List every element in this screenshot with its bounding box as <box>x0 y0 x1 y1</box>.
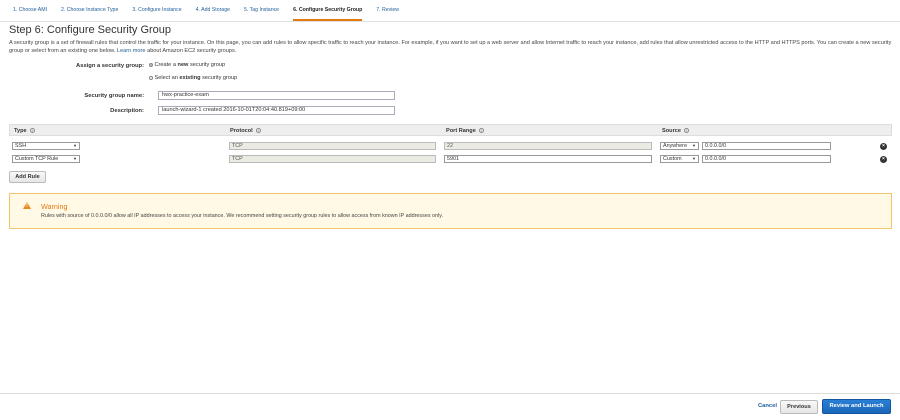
tab-configure-instance[interactable]: 3. Configure Instance <box>132 0 181 21</box>
source-type-value: Custom <box>663 156 682 162</box>
header-protocol-label: Protocol <box>230 128 253 134</box>
tab-choose-ami[interactable]: 1. Choose AMI <box>13 0 47 21</box>
tab-tag-instance[interactable]: 5. Tag Instance <box>244 0 279 21</box>
security-group-name-input[interactable]: hwx-practice-exam <box>158 91 395 100</box>
header-type-label: Type <box>14 128 27 134</box>
source-type-value: Anywhere <box>663 143 687 149</box>
type-select-value: SSH <box>15 143 27 149</box>
warning-text: Rules with source of 0.0.0.0/0 allow all… <box>41 213 443 219</box>
header-port-range-label: Port Range <box>446 128 476 134</box>
learn-more-link[interactable]: Learn more <box>117 48 146 54</box>
page-title: Step 6: Configure Security Group <box>9 24 172 36</box>
page-intro: A security group is a set of firewall ru… <box>9 39 894 56</box>
header-protocol: Protocol i <box>230 125 261 137</box>
radio-create-new-dot[interactable] <box>149 63 153 67</box>
port-range-input[interactable]: 5901 <box>444 155 652 163</box>
cancel-link[interactable]: Cancel <box>758 403 777 409</box>
header-type: Type i <box>14 125 35 137</box>
info-icon[interactable]: i <box>29 128 35 134</box>
remove-rule-icon[interactable]: × <box>880 156 887 163</box>
type-select-value: Custom TCP Rule <box>15 156 59 162</box>
protocol-field: TCP <box>229 142 436 150</box>
source-cidr-input[interactable]: 0.0.0.0/0 <box>702 142 831 150</box>
radio-select-existing-pre: Select an <box>154 75 178 81</box>
info-icon[interactable]: i <box>683 128 689 134</box>
port-range-field: 22 <box>444 142 652 150</box>
add-rule-button[interactable]: Add Rule <box>9 171 46 183</box>
warning-box: ! Warning Rules with source of 0.0.0.0/0… <box>9 193 892 229</box>
remove-rule-icon[interactable]: × <box>880 143 887 150</box>
tab-add-storage[interactable]: 4. Add Storage <box>196 0 230 21</box>
warning-icon-glyph: ! <box>26 203 28 209</box>
assign-group-label: Assign a security group: <box>76 63 144 69</box>
warning-title: Warning <box>41 202 68 211</box>
radio-create-new-bold: new <box>177 62 189 68</box>
tab-choose-instance-type[interactable]: 2. Choose Instance Type <box>61 0 118 21</box>
radio-select-existing[interactable]: Select an existing security group <box>149 75 237 81</box>
header-port-range: Port Range i <box>446 125 484 137</box>
source-type-select[interactable]: Custom ▼ <box>660 155 699 163</box>
review-and-launch-button[interactable]: Review and Launch <box>822 399 891 414</box>
radio-create-new[interactable]: Create a new security group <box>149 62 225 68</box>
radio-select-existing-dot[interactable] <box>149 76 153 80</box>
description-label: Description: <box>110 108 144 114</box>
radio-select-existing-post: security group <box>202 75 238 81</box>
footer: Cancel Previous Review and Launch <box>0 393 900 420</box>
rules-table-header: Type i Protocol i Port Range i Source i <box>9 124 892 136</box>
type-select[interactable]: Custom TCP Rule ▼ <box>12 155 80 163</box>
radio-create-new-pre: Create a <box>154 62 176 68</box>
intro-tail: about Amazon EC2 security groups. <box>147 48 237 55</box>
header-source: Source i <box>662 125 689 137</box>
chevron-down-icon: ▼ <box>73 143 77 148</box>
source-type-select[interactable]: Anywhere ▼ <box>660 142 699 150</box>
security-group-name-label: Security group name: <box>84 93 144 99</box>
chevron-down-icon: ▼ <box>692 156 696 161</box>
wizard-tabs: 1. Choose AMI 2. Choose Instance Type 3.… <box>0 0 900 22</box>
header-source-label: Source <box>662 128 681 134</box>
chevron-down-icon: ▼ <box>73 156 77 161</box>
previous-button[interactable]: Previous <box>780 400 818 414</box>
tab-configure-security-group[interactable]: 6. Configure Security Group <box>293 0 363 21</box>
info-icon[interactable]: i <box>255 128 261 134</box>
source-cidr-input[interactable]: 0.0.0.0/0 <box>702 155 831 163</box>
chevron-down-icon: ▼ <box>692 143 696 148</box>
radio-select-existing-bold: existing <box>179 75 201 81</box>
type-select[interactable]: SSH ▼ <box>12 142 80 150</box>
radio-create-new-post: security group <box>189 62 226 68</box>
info-icon[interactable]: i <box>478 128 484 134</box>
protocol-field: TCP <box>229 155 436 163</box>
tab-review[interactable]: 7. Review <box>376 0 399 21</box>
description-input[interactable]: launch-wizard-1 created 2016-10-01T20:04… <box>158 106 395 115</box>
